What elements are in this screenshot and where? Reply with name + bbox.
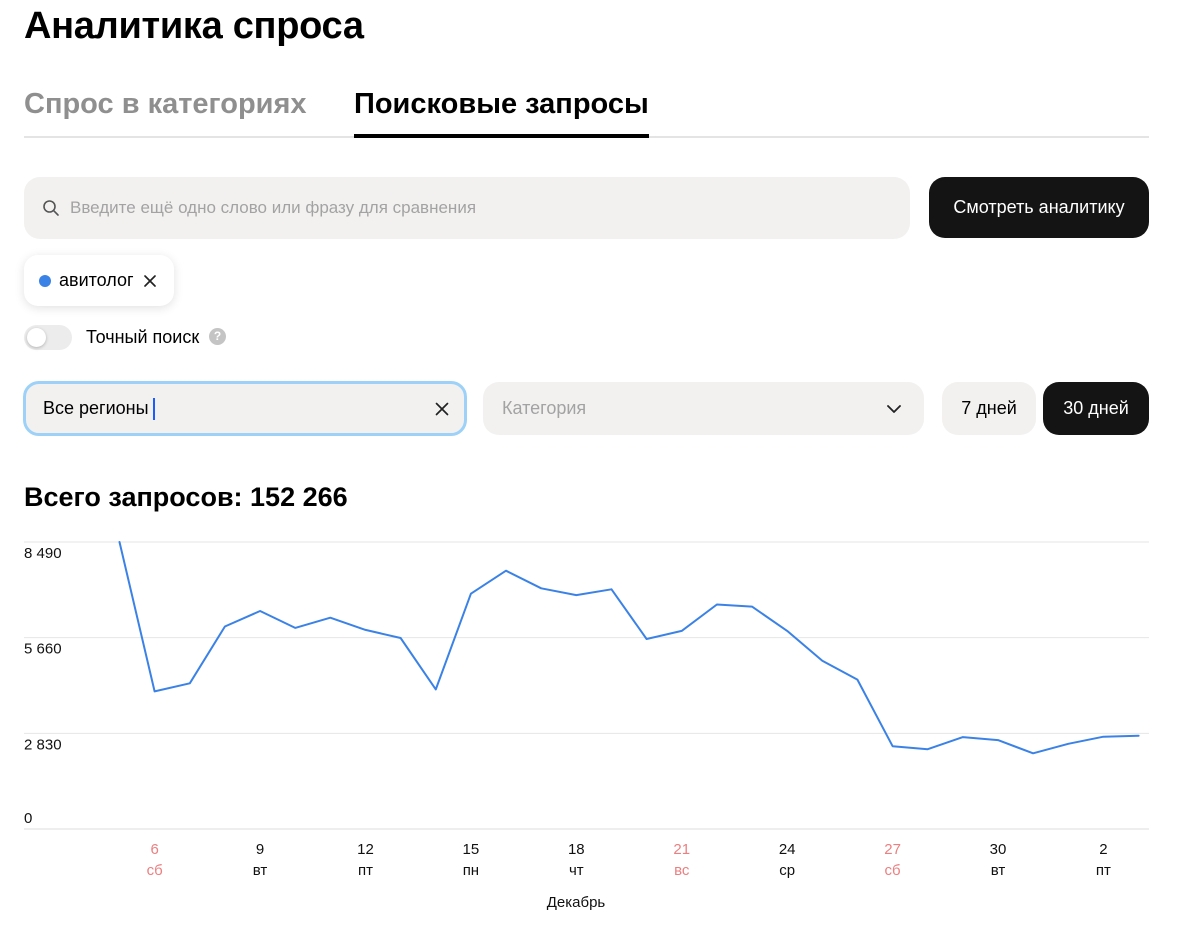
compare-query-input[interactable] bbox=[70, 177, 890, 239]
category-select[interactable]: Категория bbox=[483, 382, 924, 435]
query-chip: авитолог bbox=[24, 255, 174, 306]
x-tick-day-label: 21 bbox=[673, 841, 690, 858]
chevron-down-icon bbox=[886, 401, 902, 417]
x-tick-day-label: 2 bbox=[1099, 841, 1107, 858]
period-30-days-button[interactable]: 30 дней bbox=[1043, 382, 1149, 435]
category-placeholder: Категория bbox=[502, 398, 587, 418]
series-color-dot bbox=[39, 274, 51, 287]
search-icon bbox=[43, 200, 59, 216]
tab-search-queries[interactable]: Поисковые запросы bbox=[354, 86, 649, 138]
toggle-knob bbox=[27, 328, 46, 347]
text-caret bbox=[153, 398, 155, 420]
exact-search-label: Точный поиск bbox=[86, 327, 200, 347]
demand-line-chart: 8 490 5 660 2 830 0 6 сб 9 вт 12 пт 15 пн 18 чт 21 вс 24… bbox=[24, 541, 1149, 911]
y-tick-label: 0 bbox=[24, 810, 32, 827]
x-tick-day-label: 12 bbox=[357, 841, 374, 858]
x-tick-weekday-label: сб bbox=[885, 862, 901, 879]
x-tick-weekday-label: сб bbox=[147, 862, 163, 879]
tab-bar: Спрос в категориях Поисковые запросы bbox=[24, 80, 1149, 138]
help-icon[interactable]: ? bbox=[209, 328, 226, 345]
x-tick-day-label: 30 bbox=[990, 841, 1007, 858]
y-tick-label: 2 830 bbox=[24, 736, 62, 753]
search-box bbox=[24, 177, 910, 239]
x-tick-weekday-label: чт bbox=[569, 862, 584, 879]
x-tick-day-label: 6 bbox=[150, 841, 158, 858]
x-tick-day-label: 9 bbox=[256, 841, 264, 858]
page-title: Аналитика спроса bbox=[24, 5, 364, 47]
period-7-days-button[interactable]: 7 дней bbox=[942, 382, 1036, 435]
x-tick-weekday-label: пн bbox=[463, 862, 479, 879]
x-axis-label: Декабрь bbox=[547, 894, 606, 911]
x-tick-day-label: 24 bbox=[779, 841, 796, 858]
x-tick-day-label: 15 bbox=[463, 841, 480, 858]
clear-icon[interactable] bbox=[434, 401, 450, 417]
x-tick-day-label: 18 bbox=[568, 841, 585, 858]
x-tick-weekday-label: вс bbox=[674, 862, 690, 879]
series-line bbox=[118, 541, 1140, 755]
x-tick-weekday-label: ср bbox=[779, 862, 795, 879]
x-tick-day-label: 27 bbox=[884, 841, 901, 858]
y-tick-label: 8 490 bbox=[24, 545, 62, 562]
total-requests-heading: Всего запросов: 152 266 bbox=[24, 482, 348, 512]
x-tick-weekday-label: вт bbox=[253, 862, 268, 879]
region-input[interactable] bbox=[43, 384, 403, 433]
y-tick-label: 5 660 bbox=[24, 641, 62, 658]
x-tick-weekday-label: пт bbox=[1096, 862, 1111, 879]
x-tick-weekday-label: пт bbox=[358, 862, 373, 879]
region-field bbox=[23, 381, 467, 436]
view-analytics-button[interactable]: Смотреть аналитику bbox=[929, 177, 1149, 238]
query-chip-label: авитолог bbox=[59, 270, 134, 290]
x-tick-weekday-label: вт bbox=[991, 862, 1006, 879]
tab-category-demand[interactable]: Спрос в категориях bbox=[24, 86, 307, 122]
close-icon[interactable] bbox=[142, 273, 158, 289]
exact-search-toggle[interactable] bbox=[24, 325, 72, 350]
